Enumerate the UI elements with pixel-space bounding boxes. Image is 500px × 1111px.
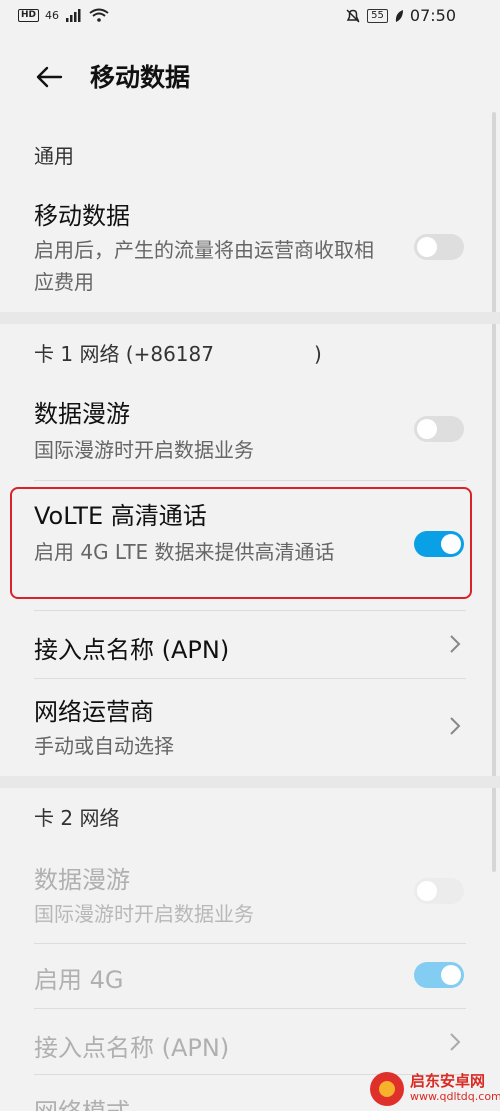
- status-bar: HD 46 55 07:50: [0, 0, 500, 38]
- section-separator: [0, 776, 500, 788]
- divider: [34, 678, 466, 679]
- enable-4g-row[interactable]: 启用 4G: [0, 946, 500, 1006]
- sim1-apn-title: 接入点名称 (APN): [34, 636, 230, 664]
- toggle-knob: [417, 881, 437, 901]
- section-sim1-header: 卡 1 网络 (+86187 ): [34, 342, 322, 366]
- watermark-text: 启东安卓网 www.qdltdq.com: [410, 1074, 500, 1104]
- sim1-data-roaming-title: 数据漫游: [34, 400, 130, 428]
- sim2-data-roaming-title: 数据漫游: [34, 866, 130, 894]
- battery-indicator: 55: [367, 8, 388, 23]
- carrier-subtitle: 手动或自动选择: [34, 734, 174, 758]
- page-title: 移动数据: [90, 63, 191, 92]
- sim1-apn-row[interactable]: 接入点名称 (APN): [0, 612, 500, 676]
- mute-bell-icon: [346, 8, 360, 23]
- carrier-row[interactable]: 网络运营商 手动或自动选择: [0, 682, 500, 772]
- toggle-knob: [417, 237, 437, 257]
- leaf-icon: [395, 9, 403, 22]
- sim2-apn-row[interactable]: 接入点名称 (APN): [0, 1012, 500, 1072]
- sim2-data-roaming-subtitle: 国际漫游时开启数据业务: [34, 902, 254, 926]
- sim1-data-roaming-toggle[interactable]: [414, 416, 464, 442]
- watermark-name: 启东安卓网: [410, 1072, 486, 1090]
- section-sim2-header: 卡 2 网络: [34, 806, 120, 830]
- watermark-url: www.qdltdq.com: [410, 1090, 500, 1103]
- status-right: 55 07:50: [345, 6, 456, 25]
- enable-4g-toggle[interactable]: [414, 962, 464, 988]
- divider: [34, 1008, 466, 1009]
- sim1-data-roaming-row[interactable]: 数据漫游 国际漫游时开启数据业务: [0, 388, 500, 478]
- sim2-apn-title: 接入点名称 (APN): [34, 1034, 230, 1062]
- status-left: HD 46: [18, 8, 109, 22]
- mobile-data-row[interactable]: 移动数据 启用后，产生的流量将由运营商收取相应费用: [0, 188, 500, 308]
- volte-highlight-box: [10, 487, 472, 599]
- network-mode-title: 网络模式: [34, 1092, 130, 1111]
- watermark-logo-icon: [370, 1072, 404, 1106]
- back-arrow-icon[interactable]: [34, 62, 64, 92]
- divider: [34, 610, 466, 611]
- section-separator: [0, 312, 500, 324]
- divider: [34, 943, 466, 944]
- sim1-data-roaming-subtitle: 国际漫游时开启数据业务: [34, 438, 254, 462]
- sim2-data-roaming-toggle[interactable]: [414, 878, 464, 904]
- watermark: 启东安卓网 www.qdltdq.com: [370, 1072, 500, 1106]
- network-type: 46: [45, 8, 60, 22]
- chevron-right-icon: [450, 1033, 461, 1051]
- divider: [34, 480, 466, 481]
- mobile-data-toggle[interactable]: [414, 234, 464, 260]
- mobile-data-subtitle: 启用后，产生的流量将由运营商收取相应费用: [34, 238, 374, 294]
- section-general-header: 通用: [34, 144, 74, 168]
- toggle-knob: [417, 419, 437, 439]
- chevron-right-icon: [450, 717, 461, 735]
- sim2-data-roaming-row[interactable]: 数据漫游 国际漫游时开启数据业务: [0, 852, 500, 942]
- carrier-title: 网络运营商: [34, 698, 154, 726]
- wifi-icon: [89, 8, 109, 22]
- signal-icon: [66, 9, 81, 22]
- app-bar: 移动数据: [0, 42, 500, 112]
- enable-4g-title: 启用 4G: [34, 966, 124, 994]
- mobile-data-title: 移动数据: [34, 202, 130, 230]
- hd-badge: HD: [18, 8, 40, 22]
- clock: 07:50: [409, 6, 456, 25]
- chevron-right-icon: [450, 635, 461, 653]
- toggle-knob: [441, 965, 461, 985]
